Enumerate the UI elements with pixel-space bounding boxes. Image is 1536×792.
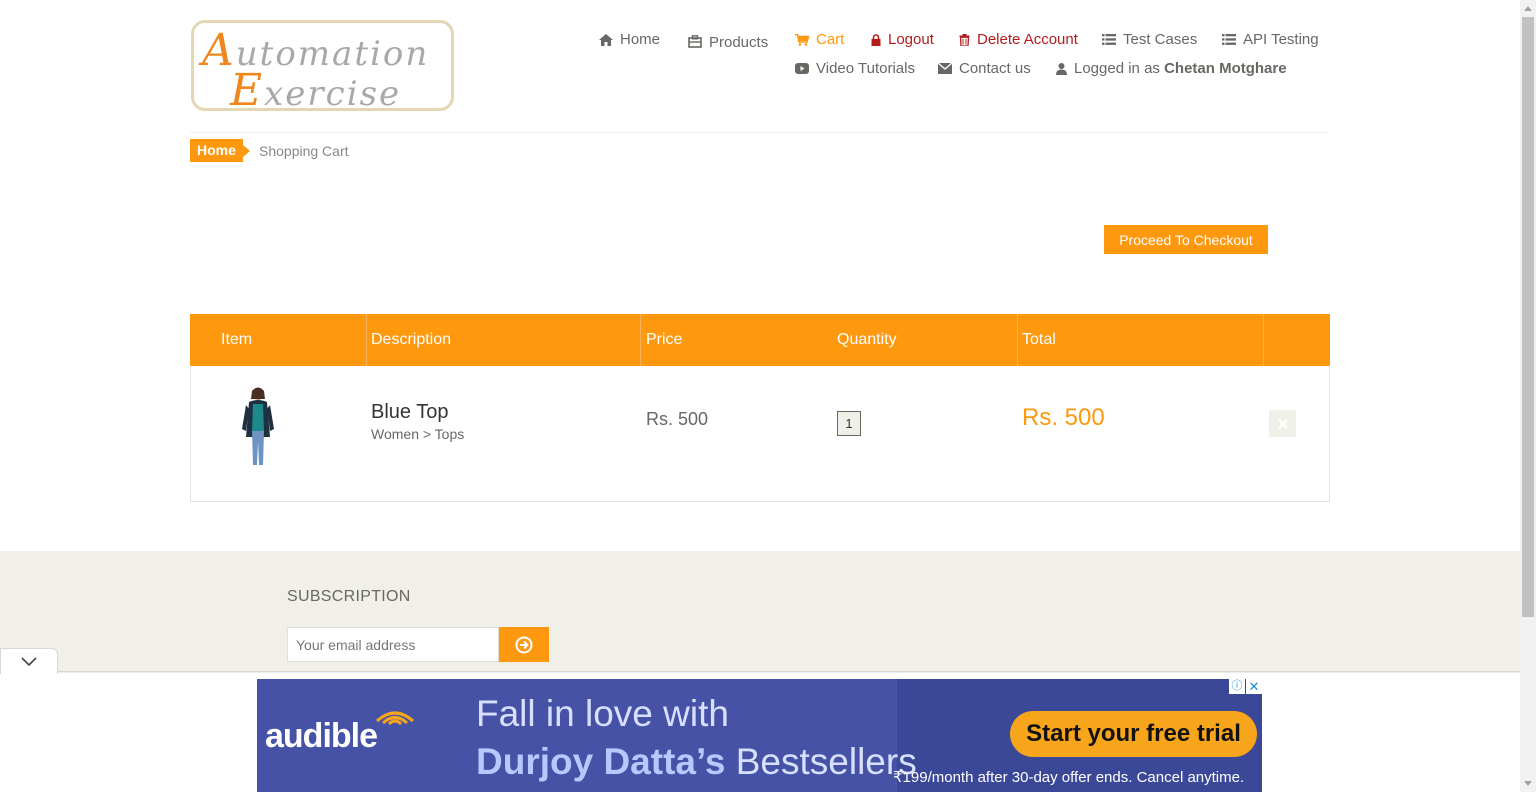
nav-logged-in-as: Logged in as Chetan Motghare — [1056, 60, 1287, 77]
subscription-email-input[interactable] — [287, 627, 499, 662]
list-icon — [1222, 34, 1236, 45]
proceed-to-checkout-button[interactable]: Proceed To Checkout — [1104, 225, 1268, 254]
cart-icon — [795, 33, 809, 46]
home-icon — [599, 33, 613, 46]
subscribe-button[interactable] — [499, 627, 549, 662]
product-price: Rs. 500 — [646, 409, 709, 429]
cart-table: Item Description Price Quantity Total Bl… — [190, 314, 1330, 502]
product-quantity: 1 — [837, 411, 861, 436]
scrollbar-thumb[interactable] — [1522, 17, 1534, 617]
ad-close-icon[interactable]: ✕ — [1246, 679, 1262, 694]
ad-headline-2: Durjoy Datta’s Bestsellers — [476, 741, 917, 782]
column-header-price: Price — [646, 331, 683, 348]
product-name-link[interactable]: Blue Top — [371, 401, 448, 424]
breadcrumb-home[interactable]: Home — [190, 139, 250, 162]
nav-delete-account[interactable]: Delete Account — [959, 31, 1078, 48]
ad-info-icon[interactable]: ⓘ — [1229, 679, 1245, 694]
scroll-up-arrow-icon[interactable] — [1524, 6, 1532, 11]
ad-collapse-button[interactable] — [0, 648, 58, 674]
page-scrollbar[interactable] — [1520, 0, 1536, 792]
subscription-title: SUBSCRIPTION — [287, 588, 411, 605]
chevron-down-icon — [21, 657, 37, 666]
product-image[interactable] — [224, 385, 292, 467]
product-total: Rs. 500 — [1022, 404, 1105, 431]
audible-ad-banner[interactable]: audible Fall in love with Durjoy Datta’s… — [257, 679, 1262, 792]
logo-line-2: Exercise — [230, 65, 402, 116]
nav-cart[interactable]: Cart — [795, 31, 844, 48]
audible-wave-icon — [376, 711, 414, 725]
list-icon — [1102, 34, 1116, 45]
arrow-circle-right-icon — [515, 636, 533, 653]
delete-item-button[interactable] — [1269, 410, 1296, 437]
ad-free-trial-button[interactable]: Start your free trial — [1010, 711, 1257, 757]
column-header-description: Description — [371, 331, 452, 348]
nav-contact-us[interactable]: Contact us — [938, 60, 1031, 77]
envelope-icon — [938, 63, 952, 74]
close-icon — [1277, 418, 1288, 429]
cart-table-header: Item Description Price Quantity Total — [190, 314, 1330, 366]
lock-icon — [871, 33, 881, 46]
audible-logo: audible — [265, 711, 414, 756]
breadcrumb-current: Shopping Cart — [259, 143, 349, 159]
scroll-down-arrow-icon[interactable] — [1524, 781, 1532, 786]
header-divider — [190, 132, 1329, 133]
column-header-total: Total — [1022, 331, 1056, 348]
nav-logout[interactable]: Logout — [871, 31, 934, 48]
product-category: Women > Tops — [371, 426, 465, 442]
site-logo[interactable]: Automation Exercise — [191, 20, 454, 116]
nav-home[interactable]: Home — [599, 31, 660, 48]
nav-video-tutorials[interactable]: Video Tutorials — [795, 60, 915, 77]
logged-in-username: Chetan Motghare — [1164, 60, 1287, 77]
nav-api-testing[interactable]: API Testing — [1222, 31, 1319, 48]
ad-fine-print: ₹199/month after 30-day offer ends. Canc… — [893, 769, 1245, 786]
column-header-quantity: Quantity — [837, 331, 897, 348]
column-header-item: Item — [221, 331, 253, 348]
products-icon — [688, 34, 702, 48]
trash-icon — [959, 33, 970, 46]
user-icon — [1056, 62, 1067, 75]
video-icon — [795, 63, 809, 74]
nav-test-cases[interactable]: Test Cases — [1102, 31, 1197, 48]
ad-headline-1: Fall in love with — [476, 693, 729, 734]
nav-products[interactable]: Products — [688, 31, 768, 51]
